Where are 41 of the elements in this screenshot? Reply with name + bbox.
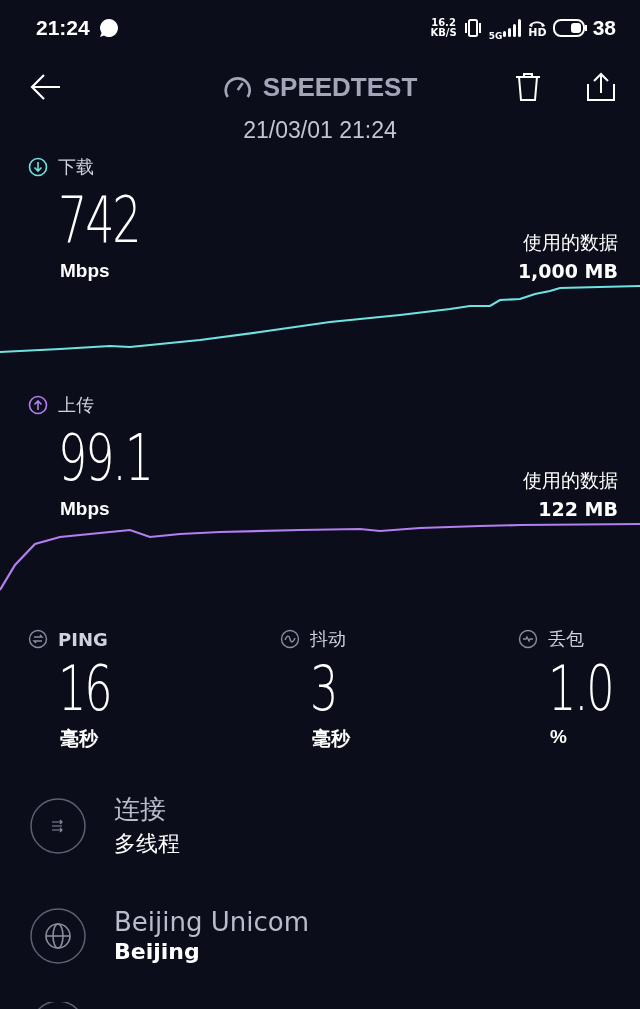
detail-title: Beijing Unicom (114, 907, 309, 937)
data-used-value: 1,000 MB (517, 260, 618, 282)
metric-value: 16 (58, 654, 112, 724)
ping-icon (28, 629, 48, 649)
pulse-icon (518, 629, 538, 649)
wave-icon (280, 629, 300, 649)
globe-icon (30, 907, 86, 964)
app-title: SPEEDTEST (262, 71, 418, 103)
battery-icon (552, 19, 587, 37)
speed-value: 99.1 (58, 420, 152, 496)
detail-title: 连接 (114, 793, 167, 826)
gauge-icon (222, 75, 253, 99)
data-used-value: 122 MB (538, 498, 618, 520)
detail-subtitle: 多线程 (114, 830, 180, 858)
result-label: 上传 (58, 393, 94, 417)
arrows-icon (30, 797, 86, 854)
metric-value: 1.0 (548, 654, 614, 724)
net-speed-value: 16.2 (431, 18, 456, 28)
metric-label: 丢包 (548, 627, 584, 651)
speed-unit: Mbps (60, 260, 111, 282)
metric-label: 抖动 (310, 627, 346, 651)
metric-label: PING (58, 628, 108, 650)
metric-unit: 毫秒 (312, 727, 352, 751)
result-label: 下载 (58, 155, 94, 179)
net-speed-unit: KB/S (430, 28, 457, 38)
network-type: 5G (488, 31, 503, 41)
vibrate-icon (462, 18, 483, 38)
status-time: 21:24 (36, 16, 90, 40)
chat-bubble-icon (97, 17, 120, 39)
test-date: 21/03/01 21:24 (242, 118, 398, 145)
battery-level: 38 (592, 16, 616, 40)
hd-label: HD (528, 27, 547, 38)
metric-unit: 毫秒 (60, 727, 100, 751)
data-used-label: 使用的数据 (523, 230, 618, 255)
speed-unit: Mbps (60, 498, 111, 520)
data-used-label: 使用的数据 (523, 468, 618, 493)
metric-value: 3 (310, 654, 338, 724)
metric-unit: % (550, 726, 568, 748)
speed-value: 742 (58, 182, 140, 258)
signal-icon (502, 18, 523, 38)
detail-subtitle: Beijing (114, 939, 201, 964)
